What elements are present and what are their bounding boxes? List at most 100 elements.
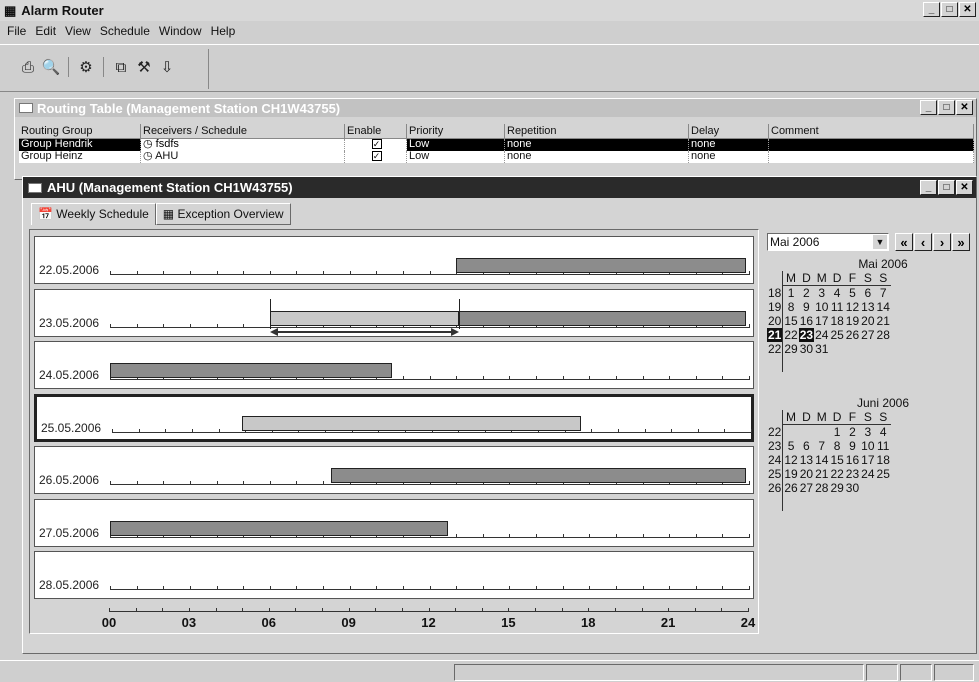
calendar-day[interactable]: 8 bbox=[829, 439, 844, 453]
week-number[interactable]: 22 bbox=[767, 424, 784, 439]
day-row[interactable]: 24.05.2006 bbox=[34, 341, 754, 389]
minimize-icon[interactable]: _ bbox=[920, 180, 937, 195]
close-icon[interactable]: ✕ bbox=[956, 180, 973, 195]
calendar-day[interactable]: 3 bbox=[860, 425, 875, 439]
schedule-bar[interactable] bbox=[458, 310, 747, 326]
week-number[interactable]: 22 bbox=[767, 342, 784, 356]
calendar-day[interactable]: 7 bbox=[814, 439, 829, 453]
calendar-day[interactable]: 31 bbox=[814, 342, 829, 356]
calendar-day[interactable]: 22 bbox=[783, 328, 799, 342]
table-row[interactable]: Group Heinz ◷ AHU ✓ Low none none bbox=[19, 151, 974, 163]
maximize-icon[interactable]: □ bbox=[938, 100, 955, 115]
calendar-day[interactable]: 19 bbox=[783, 467, 799, 481]
calendar-day[interactable]: 24 bbox=[860, 467, 875, 481]
tab-exception-overview[interactable]: ▦ Exception Overview bbox=[155, 203, 291, 225]
col-header[interactable]: Comment bbox=[769, 124, 974, 139]
prev-month-icon[interactable]: ‹ bbox=[914, 233, 932, 251]
col-header[interactable]: Enable bbox=[345, 124, 407, 139]
calendar-day[interactable]: 3 bbox=[814, 286, 829, 300]
calendar-day[interactable]: 15 bbox=[783, 314, 799, 328]
export-icon[interactable]: ⇩ bbox=[157, 57, 177, 77]
week-number[interactable]: 25 bbox=[767, 467, 784, 481]
maximize-icon[interactable]: □ bbox=[941, 2, 958, 17]
col-header[interactable]: Priority bbox=[407, 124, 505, 139]
week-number[interactable]: 20 bbox=[767, 314, 784, 328]
week-number[interactable]: 24 bbox=[767, 453, 784, 467]
day-row[interactable]: 26.05.2006 bbox=[34, 446, 754, 494]
calendar-day[interactable]: 8 bbox=[783, 300, 799, 314]
close-icon[interactable]: ✕ bbox=[959, 2, 976, 17]
properties-icon[interactable]: ⚙ bbox=[76, 57, 96, 77]
calendar-day[interactable]: 29 bbox=[783, 342, 799, 356]
menu-file[interactable]: File bbox=[7, 24, 26, 40]
day-row[interactable]: 23.05.2006 bbox=[34, 288, 754, 337]
calendar-day[interactable]: 28 bbox=[876, 328, 891, 342]
tab-weekly-schedule[interactable]: 📅 Weekly Schedule bbox=[31, 203, 156, 225]
copy-icon[interactable]: ⧉ bbox=[111, 57, 131, 77]
calendar-day[interactable]: 5 bbox=[845, 286, 860, 300]
month-select[interactable]: Mai 2006 ▼ bbox=[767, 233, 889, 251]
enable-checkbox[interactable]: ✓ bbox=[345, 151, 407, 163]
calendar-day[interactable]: 4 bbox=[876, 425, 891, 439]
calendar-day[interactable]: 7 bbox=[876, 286, 891, 300]
week-number[interactable]: 21 bbox=[767, 328, 784, 342]
col-header[interactable]: Receivers / Schedule bbox=[141, 124, 345, 139]
calendar-day[interactable]: 29 bbox=[829, 481, 844, 495]
calendar-day[interactable]: 19 bbox=[845, 314, 860, 328]
calendar-day[interactable]: 4 bbox=[829, 286, 844, 300]
calendar-day[interactable]: 16 bbox=[845, 453, 860, 467]
minimize-icon[interactable]: _ bbox=[923, 2, 940, 17]
enable-checkbox[interactable]: ✓ bbox=[345, 139, 407, 151]
tools-icon[interactable]: ⚒ bbox=[134, 57, 154, 77]
calendar-day[interactable]: 25 bbox=[876, 467, 891, 481]
week-number[interactable]: 19 bbox=[767, 300, 784, 314]
calendar-day[interactable]: 27 bbox=[860, 328, 875, 342]
calendar-day[interactable]: 14 bbox=[876, 300, 891, 314]
menu-edit[interactable]: Edit bbox=[35, 24, 56, 40]
calendar-day[interactable]: 17 bbox=[814, 314, 829, 328]
calendar-day[interactable]: 11 bbox=[829, 300, 844, 314]
calendar-day[interactable]: 11 bbox=[876, 439, 891, 453]
calendar-day[interactable]: 26 bbox=[783, 481, 799, 495]
calendar-day[interactable]: 6 bbox=[860, 286, 875, 300]
calendar-day[interactable]: 5 bbox=[783, 439, 799, 453]
menu-view[interactable]: View bbox=[65, 24, 91, 40]
calendar-day[interactable]: 27 bbox=[799, 481, 814, 495]
drag-marker[interactable] bbox=[458, 298, 460, 329]
day-row[interactable]: 27.05.2006 bbox=[34, 498, 754, 547]
calendar-day[interactable]: 24 bbox=[814, 328, 829, 342]
table-row[interactable]: Group Hendrik ◷ fsdfs ✓ Low none none bbox=[19, 139, 974, 151]
calendar-day[interactable]: 10 bbox=[860, 439, 875, 453]
calendar-day[interactable]: 21 bbox=[876, 314, 891, 328]
close-icon[interactable]: ✕ bbox=[956, 100, 973, 115]
drag-marker[interactable] bbox=[269, 298, 271, 329]
calendar-day[interactable]: 13 bbox=[799, 453, 814, 467]
calendar-day[interactable]: 9 bbox=[845, 439, 860, 453]
week-number[interactable]: 18 bbox=[767, 285, 784, 300]
menu-help[interactable]: Help bbox=[211, 24, 236, 40]
calendar-day[interactable]: 18 bbox=[876, 453, 891, 467]
calendar-day[interactable]: 30 bbox=[799, 342, 814, 356]
last-month-icon[interactable]: » bbox=[952, 233, 970, 251]
col-header[interactable]: Delay bbox=[689, 124, 769, 139]
col-header[interactable]: Routing Group bbox=[19, 124, 141, 139]
day-row[interactable]: 28.05.2006 bbox=[34, 551, 754, 599]
week-number[interactable]: 23 bbox=[767, 439, 784, 453]
calendar-day[interactable]: 26 bbox=[845, 328, 860, 342]
schedule-bar[interactable] bbox=[242, 415, 581, 431]
col-header[interactable]: Repetition bbox=[505, 124, 689, 139]
calendar-day[interactable]: 1 bbox=[783, 286, 799, 300]
calendar-day[interactable]: 20 bbox=[860, 314, 875, 328]
calendar-day[interactable]: 16 bbox=[799, 314, 814, 328]
printer-icon[interactable]: ⎙ bbox=[18, 57, 38, 77]
next-month-icon[interactable]: › bbox=[933, 233, 951, 251]
schedule-bar[interactable] bbox=[456, 258, 747, 273]
calendar-day[interactable]: 17 bbox=[860, 453, 875, 467]
menu-schedule[interactable]: Schedule bbox=[100, 24, 150, 40]
schedule-bar[interactable] bbox=[269, 310, 459, 326]
maximize-icon[interactable]: □ bbox=[938, 180, 955, 195]
calendar-day[interactable]: 12 bbox=[845, 300, 860, 314]
day-row[interactable]: 22.05.2006 bbox=[34, 236, 754, 284]
calendar-day[interactable]: 23 bbox=[798, 328, 815, 342]
calendar-day[interactable]: 22 bbox=[829, 467, 844, 481]
